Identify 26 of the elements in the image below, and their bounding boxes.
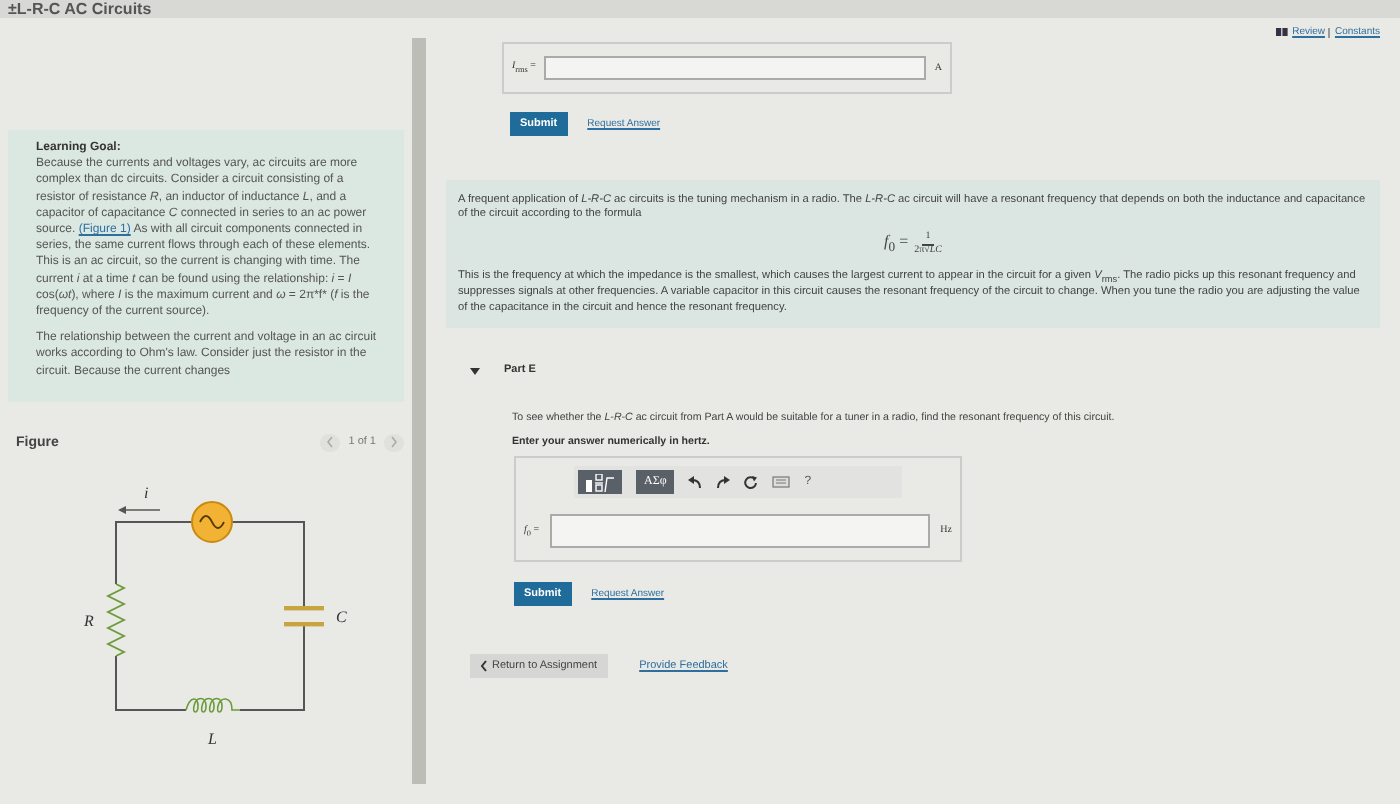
capacitor-label: C <box>336 607 347 626</box>
chevron-right-icon <box>390 436 398 449</box>
reset-icon[interactable] <box>744 475 759 490</box>
previous-button[interactable] <box>320 433 341 452</box>
expand-toggle-icon[interactable] <box>470 365 480 376</box>
page-title: ±L-R-C AC Circuits <box>8 2 152 18</box>
formula-lhs: f$_{0}$ = <box>884 233 909 256</box>
chevron-left-icon <box>326 436 335 449</box>
scrollbar[interactable] <box>412 38 426 784</box>
keyboard-icon[interactable] <box>772 476 791 489</box>
answer-field[interactable] <box>543 56 927 80</box>
templates-button[interactable] <box>578 470 622 495</box>
current-arrow <box>118 505 161 514</box>
capacitor-icon <box>284 605 324 627</box>
book-icon <box>1276 28 1289 36</box>
chevron-left-icon <box>480 660 488 673</box>
redo-icon[interactable] <box>716 475 731 490</box>
inductor-label: L <box>208 729 217 748</box>
next-button[interactable] <box>384 433 404 452</box>
resistor-label: R <box>84 611 94 630</box>
ac-source-icon <box>191 500 233 543</box>
undo-icon[interactable] <box>688 475 703 490</box>
answer-field[interactable] <box>549 514 931 549</box>
resistor-icon <box>106 582 126 657</box>
inductor-icon <box>185 697 241 713</box>
current-label: i <box>144 483 149 502</box>
